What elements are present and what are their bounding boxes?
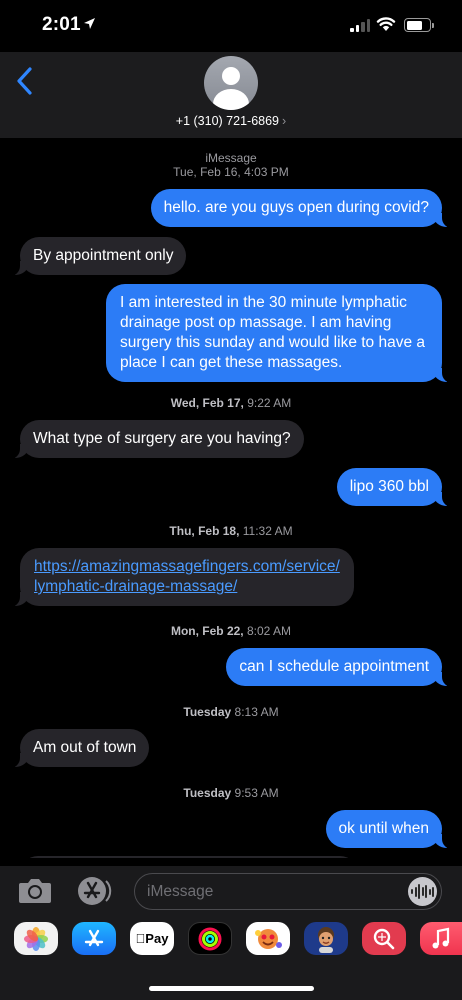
- memoji-stickers-icon: [255, 928, 282, 949]
- music-icon: [432, 927, 450, 948]
- timestamp: Tue, Feb 16, 4:03 PM: [173, 165, 289, 179]
- back-chevron-icon[interactable]: [16, 66, 34, 96]
- activity-icon: [198, 927, 222, 950]
- apple-pay-icon: : [136, 931, 146, 946]
- memoji-icon: [318, 926, 334, 953]
- contact-avatar[interactable]: [204, 56, 258, 110]
- memoji-stickers-app[interactable]: [246, 922, 290, 955]
- web-search-icon: [373, 928, 395, 949]
- web-search-app[interactable]: [362, 922, 406, 955]
- incoming-link-message[interactable]: https://amazingmassagefingers.com/servic…: [10, 548, 354, 607]
- incoming-message[interactable]: Am out of town: [9, 729, 150, 768]
- battery-icon: [404, 18, 434, 32]
- outgoing-message[interactable]: I am interested in the 30 minute lymphat…: [106, 284, 452, 383]
- timestamp: Mon, Feb 22, 8:02 AM: [170, 624, 292, 638]
- message-thread[interactable]: iMessage Tue, Feb 16, 4:03 PM hello. are…: [0, 138, 462, 858]
- outgoing-message[interactable]: can I schedule appointment: [226, 648, 452, 687]
- activity-app[interactable]: [188, 922, 232, 955]
- timestamp: Tuesday 9:53 AM: [183, 786, 279, 800]
- location-arrow-icon: [84, 18, 95, 29]
- photos-icon: [24, 926, 48, 951]
- music-app[interactable]: [420, 922, 462, 955]
- wifi-icon: [376, 17, 396, 31]
- app-store-icon: [84, 929, 104, 946]
- photos-app[interactable]: [14, 922, 58, 955]
- timestamp: Wed, Feb 17, 9:22 AM: [170, 396, 292, 410]
- compose-bar: iMessage: [0, 866, 462, 918]
- app-store-button-icon[interactable]: [76, 875, 112, 907]
- message-input[interactable]: iMessage: [134, 873, 442, 910]
- person-icon: [222, 67, 240, 85]
- contact-name[interactable]: +1 (310) 721-6869 ›: [0, 114, 462, 128]
- outgoing-message[interactable]: ok until when: [325, 810, 453, 849]
- memoji-app[interactable]: [304, 922, 348, 955]
- incoming-message-partial[interactable]: [20, 856, 358, 858]
- incoming-message[interactable]: By appointment only: [9, 237, 187, 276]
- audio-message-icon[interactable]: [408, 877, 437, 906]
- cellular-signal-icon: [350, 19, 370, 32]
- message-link[interactable]: https://amazingmassagefingers.com/servic…: [34, 558, 340, 595]
- message-input-placeholder: iMessage: [147, 883, 214, 900]
- timestamp: Thu, Feb 18, 11:32 AM: [169, 524, 293, 538]
- service-label: iMessage: [205, 151, 257, 165]
- app-store-app[interactable]: [72, 922, 116, 955]
- incoming-message[interactable]: What type of surgery are you having?: [10, 420, 304, 459]
- outgoing-message[interactable]: hello. are you guys open during covid?: [150, 189, 453, 228]
- chevron-right-icon: ›: [282, 114, 287, 128]
- timestamp: Tuesday 8:13 AM: [183, 705, 279, 719]
- home-indicator[interactable]: [149, 986, 314, 991]
- status-bar: 2:01: [0, 0, 462, 52]
- apple-pay-app[interactable]: Pay: [130, 922, 174, 955]
- contact-number[interactable]: +1 (310) 721-6869: [176, 114, 279, 128]
- camera-icon[interactable]: [18, 876, 52, 904]
- conversation-header: +1 (310) 721-6869 ›: [0, 52, 462, 138]
- outgoing-message[interactable]: lipo 360 bbl: [336, 468, 453, 507]
- status-time: 2:01: [42, 14, 81, 35]
